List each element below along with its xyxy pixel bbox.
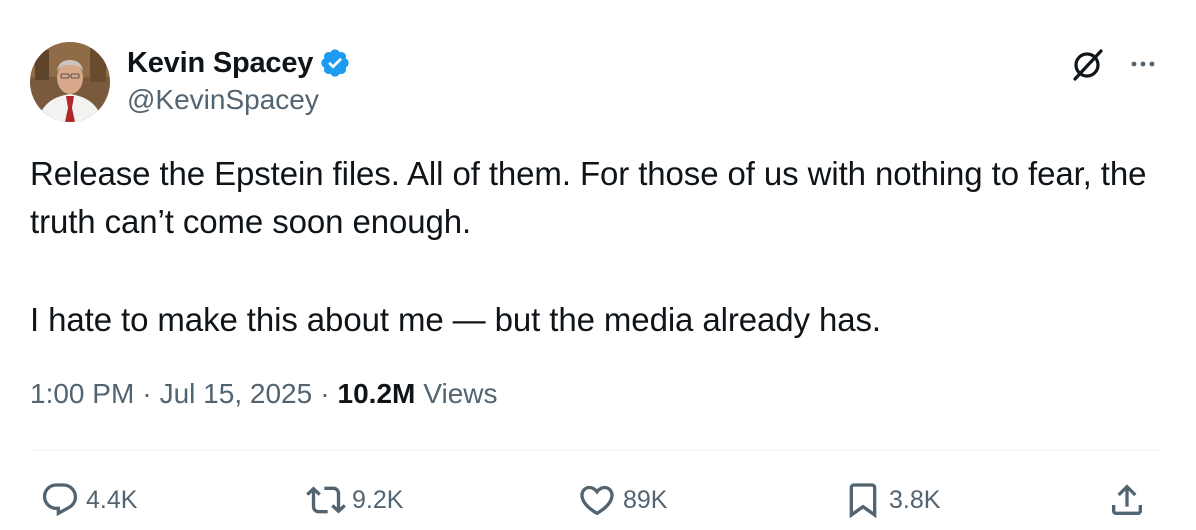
views-count: 10.2M <box>337 378 416 409</box>
reply-button[interactable]: 4.4K <box>40 476 137 524</box>
author-display-name[interactable]: Kevin Spacey <box>127 47 313 80</box>
bookmark-button[interactable]: 3.8K <box>843 476 940 524</box>
author-name-row: Kevin Spacey <box>127 44 351 82</box>
views-label: Views <box>423 378 498 409</box>
tweet-paragraph: Release the Epstein files. All of them. … <box>30 155 1147 240</box>
tweet-meta: 1:00 PM · Jul 15, 2025 · 10.2M Views <box>30 378 498 410</box>
action-bar: 4.4K 9.2K 89K 3.8K <box>0 472 1196 528</box>
verified-badge-icon[interactable] <box>319 47 351 79</box>
author-handle[interactable]: @KevinSpacey <box>127 84 319 116</box>
bookmark-icon <box>849 483 877 519</box>
reply-icon <box>42 483 78 517</box>
divider <box>30 450 1162 451</box>
avatar[interactable] <box>30 42 110 122</box>
heart-icon <box>580 485 614 516</box>
meta-separator: · <box>142 378 152 409</box>
repost-icon <box>306 486 346 514</box>
like-count: 89K <box>623 485 668 514</box>
share-icon <box>1112 484 1142 515</box>
share-button[interactable] <box>1107 476 1147 524</box>
tweet-text: Release the Epstein files. All of them. … <box>30 150 1170 344</box>
like-button[interactable]: 89K <box>577 476 667 524</box>
tweet-time[interactable]: 1:00 PM <box>30 378 134 410</box>
tweet-date[interactable]: Jul 15, 2025 <box>160 378 313 410</box>
reply-count: 4.4K <box>86 485 138 514</box>
tweet-paragraph: I hate to make this about me — but the m… <box>30 301 881 338</box>
avatar-image <box>30 42 110 122</box>
more-horizontal-icon[interactable] <box>1125 46 1161 82</box>
bookmark-count: 3.8K <box>889 485 941 514</box>
grok-icon[interactable] <box>1070 46 1106 82</box>
tweet-card: Kevin Spacey @KevinSpacey Release the Ep… <box>0 0 1196 530</box>
repost-count: 9.2K <box>352 485 404 514</box>
repost-button[interactable]: 9.2K <box>306 476 403 524</box>
meta-separator: · <box>320 378 330 409</box>
